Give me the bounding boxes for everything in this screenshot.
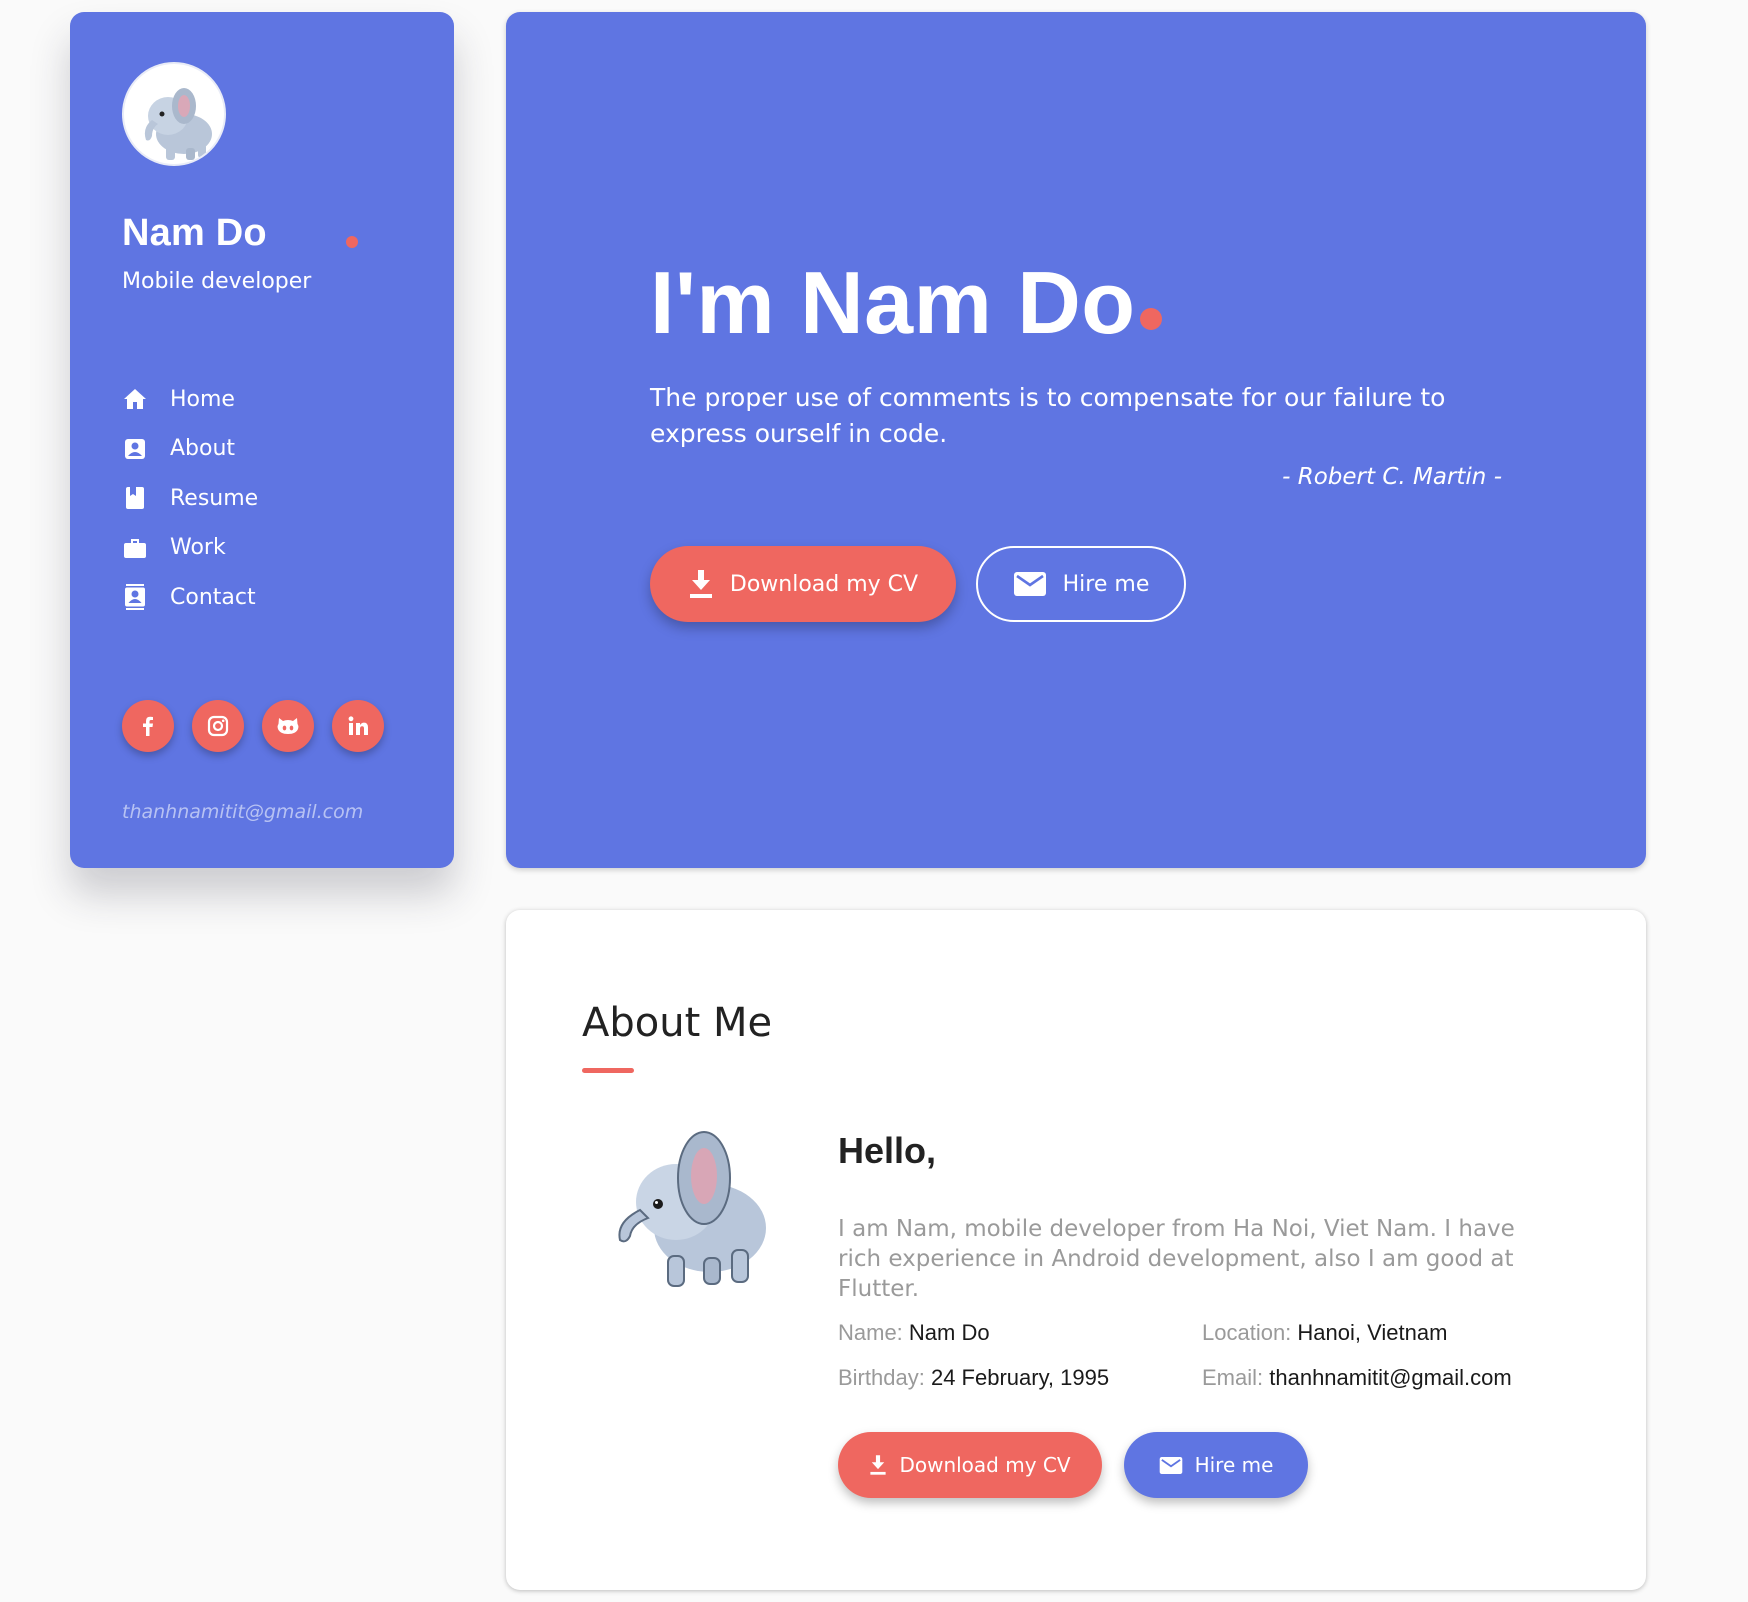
info-location-key: Location: <box>1202 1320 1292 1345</box>
linkedin-link[interactable] <box>332 700 384 752</box>
mail-icon <box>1159 1456 1182 1474</box>
info-email-value: thanhnamitit@gmail.com <box>1269 1365 1512 1390</box>
info-name: Name: Nam Do <box>838 1320 990 1346</box>
github-icon <box>277 718 299 734</box>
nav-label-contact: Contact <box>170 584 256 610</box>
download-icon <box>870 1455 887 1475</box>
hire-me-button[interactable]: Hire me <box>976 546 1186 622</box>
info-birthday-value: 24 February, 1995 <box>930 1365 1110 1390</box>
info-email: Email: thanhnamitit@gmail.com <box>1202 1365 1512 1391</box>
nav-label-about: About <box>170 436 236 461</box>
elephant-illustration <box>618 1131 766 1287</box>
nav-label-home: Home <box>170 386 235 412</box>
sidebar-profile-card: Nam Do Mobile developer Home About Resum… <box>70 12 454 868</box>
about-section: About Me Hello, I am Nam, mobile develop… <box>506 910 1646 1590</box>
hire-me-label: Hire me <box>1062 571 1150 597</box>
about-greeting: Hello, <box>838 1130 937 1171</box>
download-icon <box>689 570 712 598</box>
about-download-cv-button[interactable]: Download my CV <box>838 1432 1102 1498</box>
hero-section: I'm Nam Do The proper use of comments is… <box>506 12 1646 868</box>
facebook-icon <box>143 716 153 736</box>
info-name-key: Name: <box>838 1320 903 1345</box>
about-title-underline <box>582 1068 634 1073</box>
hero-accent-dot <box>1140 308 1162 330</box>
hero-title: I'm Nam Do <box>650 253 1136 352</box>
nav-item-resume[interactable]: Resume <box>122 483 258 513</box>
info-location-value: Hanoi, Vietnam <box>1297 1320 1448 1345</box>
nav-item-about[interactable]: About <box>122 434 258 464</box>
sidebar-nav: Home About Resume Work Contact <box>122 384 258 632</box>
info-email-key: Email: <box>1202 1365 1264 1390</box>
nav-item-work[interactable]: Work <box>122 533 258 563</box>
download-cv-label: Download my CV <box>729 571 919 597</box>
social-links <box>122 700 402 752</box>
elephant-avatar-icon <box>144 88 212 160</box>
about-hire-me-button[interactable]: Hire me <box>1124 1432 1308 1498</box>
about-hire-me-label: Hire me <box>1194 1453 1274 1477</box>
instagram-icon <box>207 715 229 737</box>
name-accent-dot <box>346 236 358 248</box>
download-cv-button[interactable]: Download my CV <box>650 546 956 622</box>
info-birthday: Birthday: 24 February, 1995 <box>838 1365 1109 1391</box>
github-link[interactable] <box>262 700 314 752</box>
sidebar-role: Mobile developer <box>122 269 312 294</box>
nav-item-home[interactable]: Home <box>122 384 258 414</box>
info-name-value: Nam Do <box>908 1320 990 1345</box>
nav-item-contact[interactable]: Contact <box>122 582 258 612</box>
avatar <box>122 62 226 166</box>
sidebar-name: Nam Do <box>122 212 267 254</box>
contact-icon <box>122 584 148 610</box>
about-bio: I am Nam, mobile developer from Ha Noi, … <box>838 1216 1515 1302</box>
book-icon <box>122 485 148 511</box>
info-birthday-key: Birthday: <box>838 1365 925 1390</box>
linkedin-icon <box>348 716 368 735</box>
facebook-link[interactable] <box>122 700 174 752</box>
sidebar-email[interactable]: thanhnamitit@gmail.com <box>122 801 363 823</box>
mail-icon <box>1013 572 1046 596</box>
home-icon <box>122 386 148 412</box>
about-title: About Me <box>582 1000 773 1046</box>
nav-label-work: Work <box>170 535 226 560</box>
info-location: Location: Hanoi, Vietnam <box>1202 1320 1447 1346</box>
person-box-icon <box>122 436 148 462</box>
hero-quote: The proper use of comments is to compens… <box>650 383 1446 448</box>
instagram-link[interactable] <box>192 700 244 752</box>
briefcase-icon <box>122 535 148 561</box>
hero-quote-author: - Robert C. Martin - <box>1282 464 1502 490</box>
about-download-cv-label: Download my CV <box>899 1453 1071 1477</box>
nav-label-resume: Resume <box>170 485 259 511</box>
